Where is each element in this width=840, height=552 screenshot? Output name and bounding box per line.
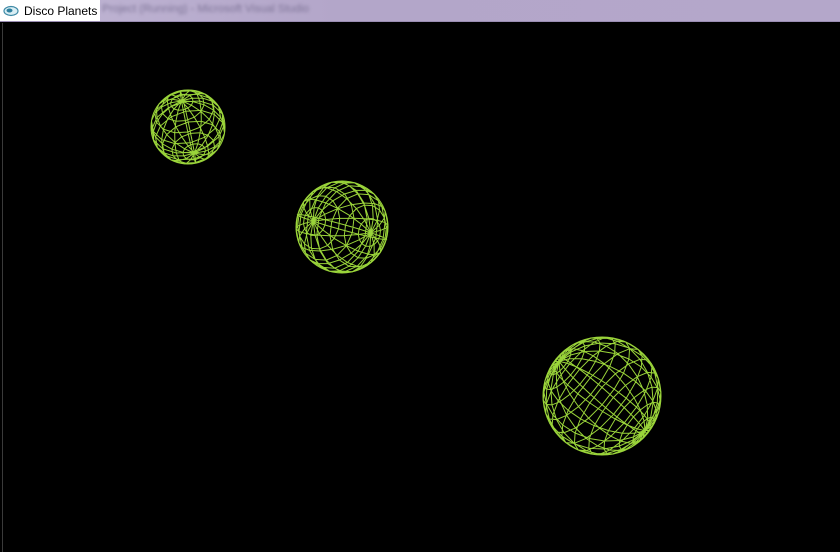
- large-planet-wireframe: [542, 337, 662, 455]
- title-tab: Disco Planets: [0, 0, 100, 21]
- wireframe-scene: [150, 89, 662, 456]
- background-window-title: Project (Running) - Microsoft Visual Stu…: [102, 3, 310, 15]
- app-window: Disco Planets Project (Running) - Micros…: [0, 0, 840, 552]
- title-bar[interactable]: Disco Planets Project (Running) - Micros…: [0, 0, 840, 22]
- render-viewport[interactable]: [2, 23, 840, 552]
- large-planet: [542, 336, 662, 456]
- window-title: Disco Planets: [24, 3, 98, 18]
- app-icon[interactable]: [3, 4, 19, 18]
- small-planet-wireframe: [150, 90, 226, 164]
- medium-planet-wireframe: [295, 181, 389, 273]
- medium-planet: [295, 180, 389, 274]
- small-planet: [150, 89, 226, 165]
